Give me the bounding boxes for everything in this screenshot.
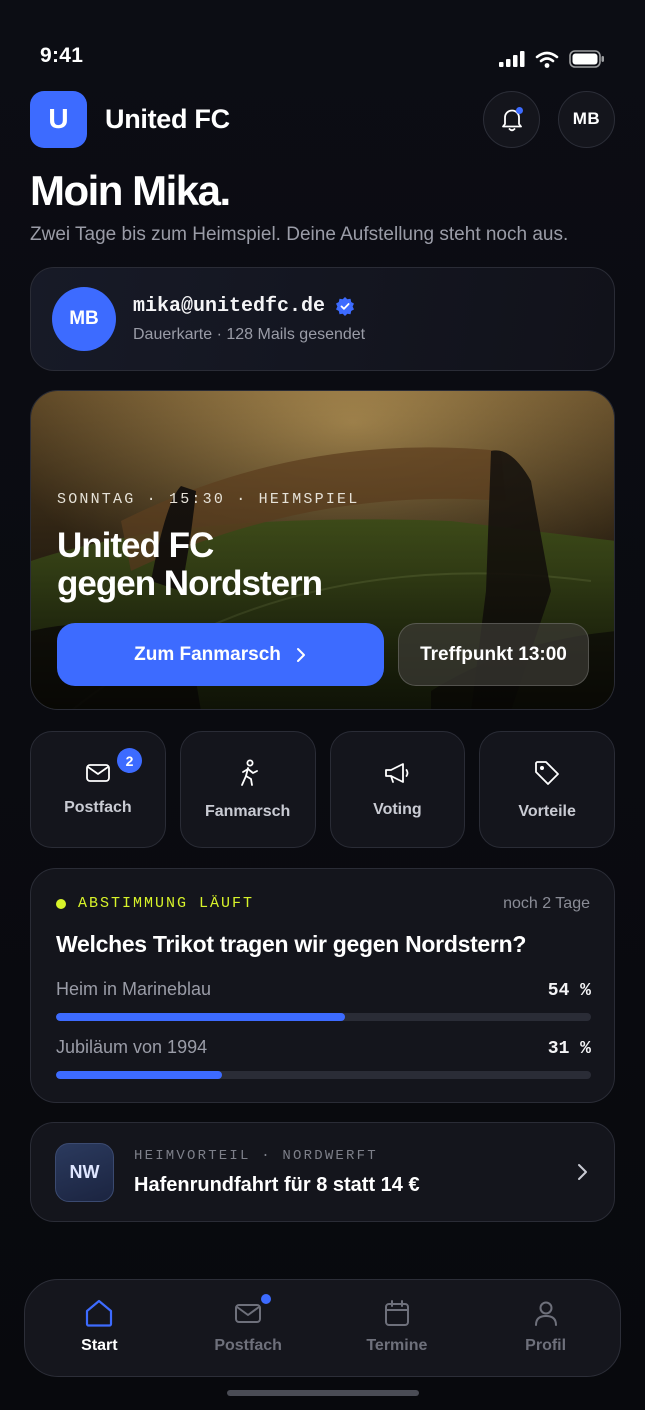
- poll-progress-fill: [56, 1013, 345, 1021]
- avatar-button[interactable]: MB: [558, 90, 615, 148]
- quick-action-label: Vorteile: [518, 802, 576, 820]
- battery-icon: [569, 50, 604, 68]
- quick-action-vorteile[interactable]: Vorteile: [479, 731, 615, 848]
- quick-action-label: Voting: [373, 800, 422, 818]
- unread-dot: [260, 1294, 271, 1304]
- status-icons: [499, 50, 605, 68]
- mail-icon: [85, 763, 110, 782]
- partner-logo: NW: [55, 1142, 114, 1202]
- poll-option[interactable]: Jubiläum von 1994 31 %: [56, 1037, 591, 1079]
- signal-icon: [499, 51, 525, 67]
- poll-progress-track: [56, 1071, 591, 1079]
- user-icon: [534, 1301, 557, 1326]
- poll-option-label: Heim in Marineblau: [56, 979, 212, 999]
- match-hero-card[interactable]: SONNTAG · 15:30 · HEIMSPIEL United FC ge…: [30, 390, 615, 710]
- greeting-subtitle: Zwei Tage bis zum Heimspiel. Deine Aufst…: [30, 224, 569, 245]
- header-actions: MB: [483, 90, 615, 148]
- poll-card[interactable]: ABSTIMMUNG LÄUFT noch 2 Tage Welches Tri…: [30, 868, 615, 1103]
- poll-option-label: Jubiläum von 1994: [56, 1037, 208, 1057]
- nav-item-postfach[interactable]: Postfach: [174, 1280, 323, 1376]
- walking-person-icon: [240, 759, 258, 786]
- account-meta: Dauerkarte · 128 Mails gesendet: [133, 325, 366, 343]
- poll-question: Welches Trikot tragen wir gegen Nordster…: [56, 931, 527, 957]
- nav-item-termine[interactable]: Termine: [323, 1280, 472, 1376]
- poll-status-label: ABSTIMMUNG LÄUFT: [78, 895, 255, 912]
- status-time: 9:41: [40, 44, 84, 67]
- quick-action-voting[interactable]: Voting: [329, 731, 466, 848]
- match-title: United FC gegen Nordstern: [57, 526, 323, 603]
- poll-option-percent: 54 %: [547, 981, 591, 1001]
- account-email-row: mika@unitedfc.de: [133, 295, 365, 318]
- nav-label: Profil: [525, 1337, 567, 1354]
- account-info: mika@unitedfc.de Dauerkarte · 128 Mails …: [133, 295, 365, 344]
- calendar-icon: [384, 1300, 409, 1326]
- match-title-line1: United FC: [57, 526, 214, 565]
- meeting-point-button[interactable]: Treffpunkt 13:00: [398, 623, 589, 686]
- poll-option-percent: 31 %: [547, 1039, 591, 1059]
- chevron-right-icon: [296, 647, 305, 662]
- account-card[interactable]: MB mika@unitedfc.de Dauerkarte · 128 Mai…: [30, 267, 615, 371]
- nav-label: Postfach: [214, 1337, 282, 1354]
- poll-progress-track: [56, 1013, 591, 1021]
- match-title-line2: gegen Nordstern: [57, 564, 323, 603]
- home-icon: [86, 1299, 113, 1327]
- megaphone-icon: [385, 762, 409, 783]
- tag-icon: [535, 760, 560, 785]
- offer-kicker: HEIMVORTEIL · NORDWERFT: [134, 1147, 378, 1164]
- greeting-title: Moin Mika.: [30, 167, 231, 214]
- offer-info: HEIMVORTEIL · NORDWERFT Hafenrundfahrt f…: [134, 1148, 420, 1197]
- poll-deadline: noch 2 Tage: [503, 895, 590, 912]
- quick-action-label: Postfach: [64, 798, 132, 816]
- mail-icon: [235, 1304, 262, 1323]
- notification-dot: [516, 106, 523, 114]
- nav-item-start[interactable]: Start: [25, 1280, 174, 1376]
- match-kicker: SONNTAG · 15:30 · HEIMSPIEL: [57, 491, 360, 508]
- status-bar: 9:41: [0, 0, 645, 80]
- notifications-button[interactable]: [483, 90, 540, 148]
- quick-actions: Postfach 2 Fanmarsch Voting Vorteile: [30, 731, 615, 848]
- nav-item-profil[interactable]: Profil: [471, 1280, 620, 1376]
- account-email: mika@unitedfc.de: [133, 294, 326, 318]
- nav-label: Termine: [366, 1337, 428, 1354]
- poll-progress-fill: [56, 1071, 222, 1079]
- quick-action-label: Fanmarsch: [204, 802, 291, 820]
- bottom-nav: Start Postfach Termine Profil: [24, 1279, 621, 1377]
- poll-status: ABSTIMMUNG LÄUFT: [56, 895, 254, 912]
- fanmarsch-button-label: Zum Fanmarsch: [134, 643, 281, 665]
- offer-card[interactable]: NW HEIMVORTEIL · NORDWERFT Hafenrundfahr…: [30, 1122, 615, 1222]
- fanmarsch-button[interactable]: Zum Fanmarsch: [57, 623, 384, 686]
- verified-badge-icon: [336, 297, 355, 316]
- wifi-icon: [535, 51, 559, 68]
- quick-action-fanmarsch[interactable]: Fanmarsch: [179, 731, 316, 848]
- app-header: U United FC MB: [30, 90, 615, 148]
- quick-action-postfach[interactable]: Postfach 2: [30, 731, 166, 848]
- offer-title: Hafenrundfahrt für 8 statt 14 €: [134, 1173, 420, 1196]
- unread-badge: 2: [117, 748, 142, 773]
- chevron-right-icon: [578, 1164, 587, 1180]
- app-logo[interactable]: U: [30, 90, 87, 148]
- home-indicator: [227, 1390, 419, 1396]
- live-dot: [56, 898, 66, 909]
- nav-label: Start: [81, 1337, 118, 1354]
- account-avatar: MB: [52, 287, 116, 351]
- poll-option[interactable]: Heim in Marineblau 54 %: [56, 979, 591, 1021]
- app-title: United FC: [105, 103, 230, 134]
